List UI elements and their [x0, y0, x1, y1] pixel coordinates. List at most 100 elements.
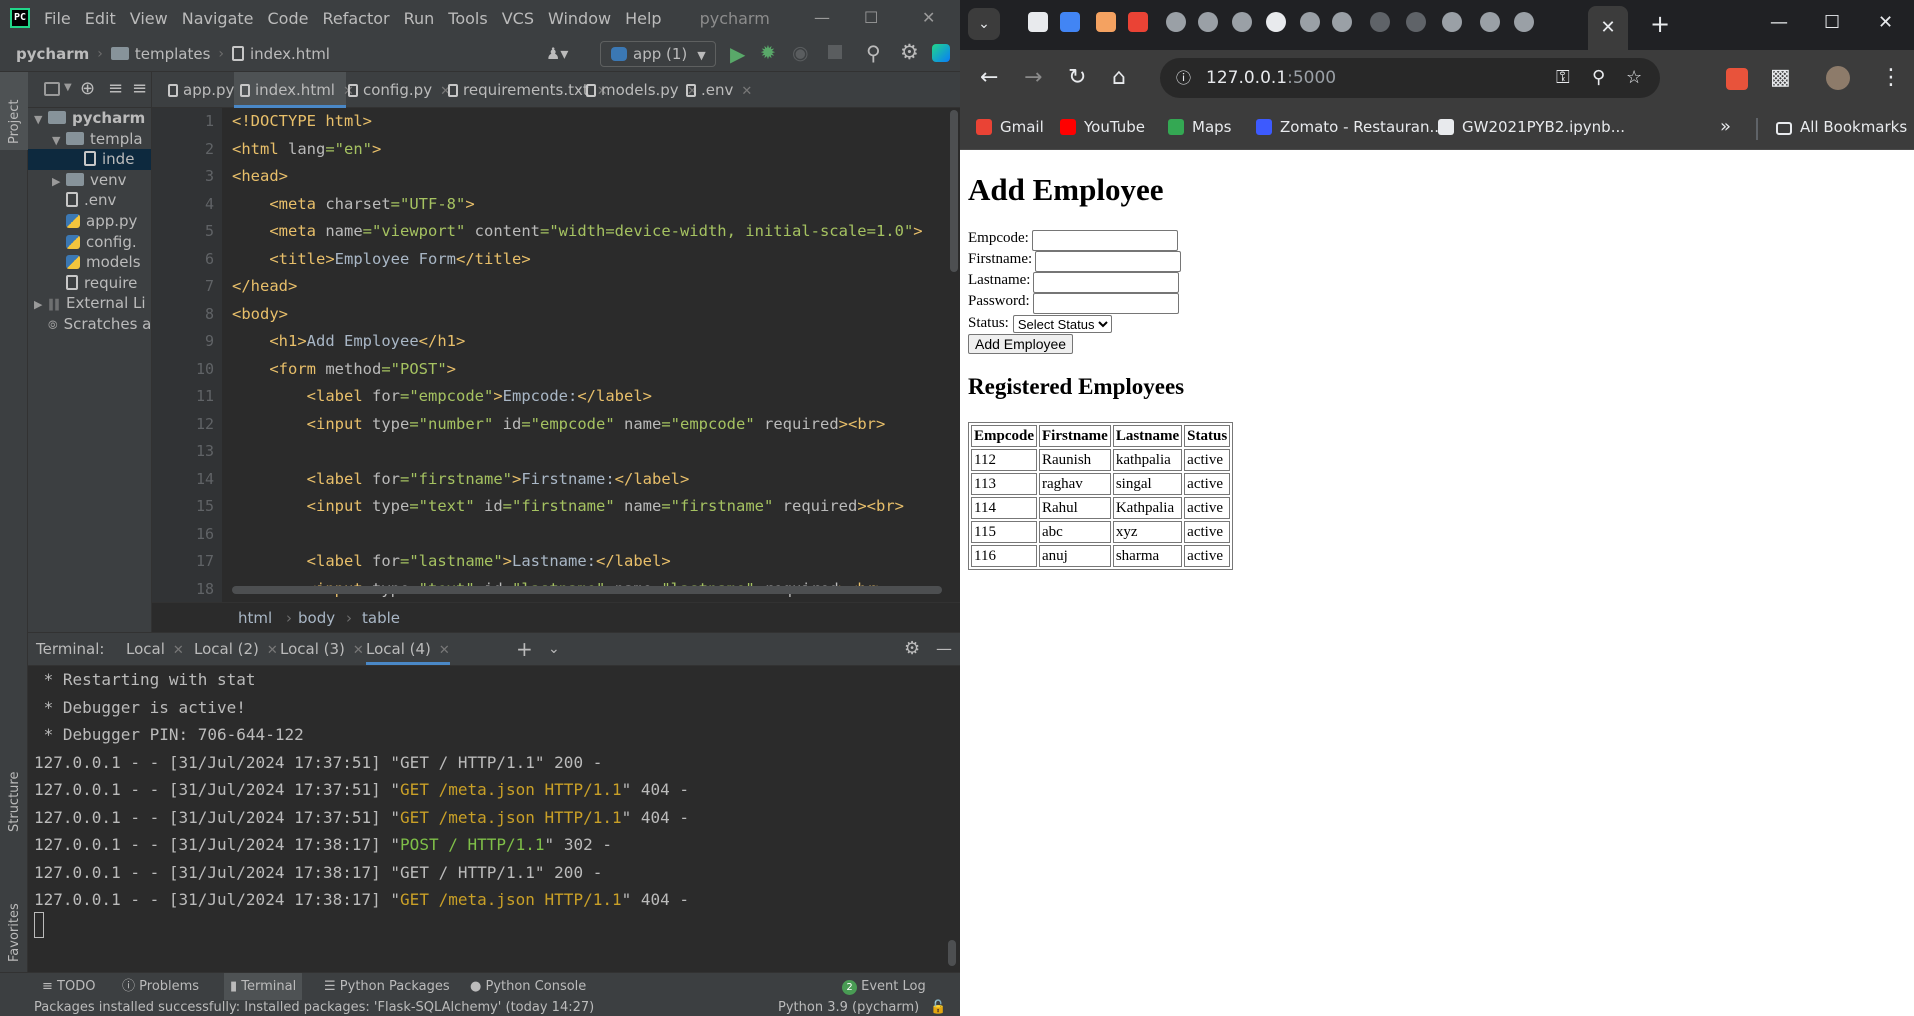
menu-refactor[interactable]: Refactor: [322, 9, 389, 28]
editor-tab-requirements-txt[interactable]: requirements.txt ✕: [442, 72, 608, 108]
close-icon[interactable]: ✕: [922, 8, 935, 27]
tab-search-icon[interactable]: ⌄: [968, 8, 1000, 40]
tree-item[interactable]: ▼ pycharm: [28, 108, 151, 131]
terminal-tab-1[interactable]: Local ✕: [126, 633, 184, 665]
browser-tab-favicon[interactable]: [1480, 12, 1500, 32]
menu-navigate[interactable]: Navigate: [182, 9, 254, 28]
terminal-tab-3[interactable]: Local (3) ✕: [280, 633, 364, 665]
tree-item[interactable]: require: [28, 273, 151, 294]
breadcrumb-folder[interactable]: templates: [110, 45, 210, 63]
terminal-output[interactable]: * Restarting with stat * Debugger is act…: [28, 666, 960, 972]
editor-tab-app-py[interactable]: app.py✕: [162, 72, 253, 108]
extension-icon[interactable]: [1726, 68, 1748, 90]
gear-icon[interactable]: ⚙: [904, 633, 920, 665]
tree-item[interactable]: .env: [28, 190, 151, 211]
browser-tab-favicon[interactable]: [1442, 12, 1462, 32]
bookmark-3[interactable]: Maps: [1168, 118, 1231, 136]
bookmark-1[interactable]: Gmail: [976, 118, 1044, 136]
interpreter-indicator[interactable]: Python 3.9 (pycharm): [778, 1000, 919, 1016]
menu-run[interactable]: Run: [404, 9, 435, 28]
chevron-right-icon[interactable]: ▶: [52, 172, 66, 193]
more-bookmarks-icon[interactable]: »: [1720, 116, 1731, 137]
menu-code[interactable]: Code: [268, 9, 309, 28]
status-message[interactable]: Packages installed successfully: Install…: [34, 1000, 594, 1016]
maximize-icon[interactable]: ☐: [864, 8, 878, 27]
project-tool-label[interactable]: Project: [7, 100, 22, 144]
tree-item[interactable]: inde: [28, 149, 151, 170]
zoom-icon[interactable]: ⚲: [1592, 58, 1605, 98]
hide-panel-icon[interactable]: —: [936, 633, 952, 665]
inspection-check-icon[interactable]: ✓: [876, 108, 888, 110]
project-view-icon[interactable]: [44, 82, 60, 96]
site-info-icon[interactable]: ⓘ: [1176, 58, 1191, 98]
browser-tab-favicon[interactable]: [1514, 12, 1534, 32]
breadcrumb-file[interactable]: index.html: [232, 45, 330, 63]
add-terminal-icon[interactable]: +: [516, 633, 533, 665]
tree-item[interactable]: ▶ venv: [28, 170, 151, 193]
tree-item[interactable]: ▼ templa: [28, 129, 151, 150]
editor-tab-index-html[interactable]: index.html ✕: [234, 72, 354, 108]
terminal-tab-4[interactable]: Local (4) ✕: [366, 633, 450, 665]
locate-icon[interactable]: ⊕: [80, 78, 95, 99]
close-icon[interactable]: ✕: [267, 643, 278, 658]
chevron-down-icon[interactable]: ▼: [34, 110, 48, 131]
browser-tab-favicon[interactable]: [1198, 12, 1218, 32]
structure-tool-label[interactable]: Structure: [7, 772, 22, 832]
todo-tool[interactable]: ≡ TODO: [42, 973, 95, 1001]
browser-tab-favicon[interactable]: [1232, 12, 1252, 32]
bookmark-5[interactable]: GW2021PYB2.ipynb...: [1438, 118, 1625, 136]
tree-item[interactable]: ▶ ∥∥ External Li: [28, 293, 151, 316]
jetbrains-toolbox-icon[interactable]: [932, 44, 950, 62]
new-tab-icon[interactable]: +: [1650, 10, 1670, 38]
tree-item[interactable]: models: [28, 252, 151, 273]
menu-vcs[interactable]: VCS: [502, 9, 534, 28]
tree-item[interactable]: ⦾ Scratches a: [28, 314, 151, 335]
coverage-icon[interactable]: ◉: [792, 42, 809, 64]
minimize-icon[interactable]: —: [814, 8, 830, 27]
browser-tab-favicon[interactable]: [1266, 12, 1286, 32]
python-console-tool[interactable]: ● Python Console: [470, 973, 586, 1001]
browser-tab-favicon[interactable]: [1096, 12, 1116, 32]
menu-view[interactable]: View: [130, 9, 168, 28]
reload-icon[interactable]: ↻: [1068, 66, 1086, 90]
run-icon[interactable]: ▶: [730, 42, 745, 66]
minimize-icon[interactable]: —: [1770, 12, 1788, 33]
editor-horizontal-scrollbar[interactable]: [232, 586, 942, 594]
browser-tab-favicon[interactable]: [1166, 12, 1186, 32]
profile-avatar[interactable]: [1826, 66, 1850, 90]
editor-tab-config-py[interactable]: config.py ✕: [342, 72, 451, 108]
problems-tool[interactable]: ⓘ Problems: [122, 973, 199, 1001]
browser-tab-favicon[interactable]: [1406, 12, 1426, 32]
browser-tab-favicon[interactable]: [1370, 12, 1390, 32]
all-bookmarks[interactable]: All Bookmarks: [1776, 118, 1907, 136]
close-icon[interactable]: ✕: [1878, 12, 1893, 33]
terminal-tool[interactable]: ▮ Terminal: [224, 973, 303, 1001]
tree-item[interactable]: config.: [28, 232, 151, 253]
forward-icon[interactable]: →: [1024, 66, 1042, 90]
chevron-right-icon[interactable]: ▶: [34, 295, 48, 316]
menu-window[interactable]: Window: [548, 9, 611, 28]
gear-icon[interactable]: ⚙: [900, 40, 919, 64]
code-editor[interactable]: <!DOCTYPE html> <html lang="en"> <head> <m…: [222, 108, 960, 602]
editor-breadcrumb-table[interactable]: table: [362, 603, 400, 633]
close-icon[interactable]: ✕: [741, 84, 752, 99]
address-bar[interactable]: ⓘ 127.0.0.1:5000 ⚿ ⚲ ☆: [1160, 58, 1660, 98]
browser-tab-favicon[interactable]: [1060, 12, 1080, 32]
add-employee-button[interactable]: Add Employee: [968, 334, 1074, 354]
firstname-input[interactable]: [1035, 251, 1182, 272]
editor-tab--env[interactable]: .env ✕: [680, 72, 752, 108]
search-icon[interactable]: ⚲: [866, 41, 881, 65]
terminal-scrollbar[interactable]: [948, 940, 956, 966]
python-packages-tool[interactable]: ☰ Python Packages: [324, 973, 450, 1001]
debug-icon[interactable]: ✹: [760, 42, 776, 64]
collapse-all-icon[interactable]: ≡: [108, 78, 123, 99]
favorites-tool-label[interactable]: Favorites: [7, 903, 22, 962]
chevron-down-icon[interactable]: ▼: [64, 82, 72, 93]
empcode-input[interactable]: [1031, 230, 1178, 251]
editor-breadcrumb-html[interactable]: html: [238, 603, 272, 633]
close-icon[interactable]: ✕: [353, 643, 364, 658]
menu-help[interactable]: Help: [625, 9, 661, 28]
editor-breadcrumb-body[interactable]: body: [298, 603, 335, 633]
editor-vertical-scrollbar[interactable]: [950, 110, 958, 272]
browser-tab-favicon[interactable]: [1128, 12, 1148, 32]
